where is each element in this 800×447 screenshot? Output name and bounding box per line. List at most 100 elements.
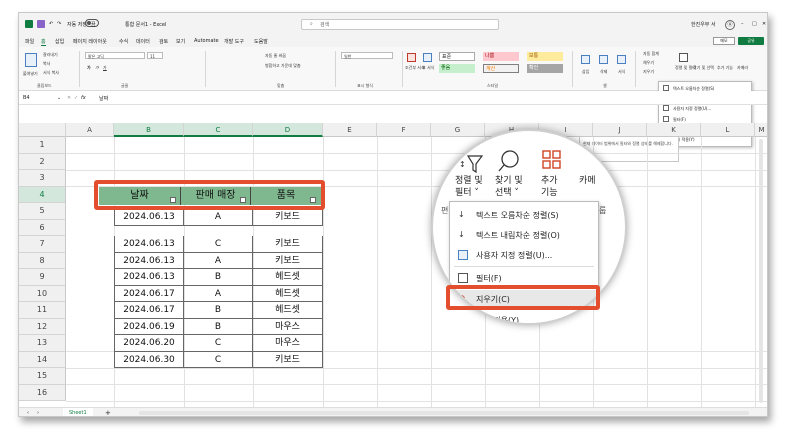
column-header-k[interactable]: K bbox=[647, 123, 701, 137]
style-bad[interactable]: 나쁨 bbox=[483, 52, 519, 61]
row-header-10[interactable]: 10 bbox=[19, 285, 66, 302]
camera-label[interactable]: 카메 bbox=[579, 173, 596, 186]
paste-icon[interactable] bbox=[25, 53, 37, 67]
font-name-select[interactable]: 맑은 고딕 bbox=[85, 52, 145, 59]
menu-item-reapply[interactable]: 다시 적용(Y) bbox=[476, 315, 519, 323]
table-cell[interactable]: 2024.06.20 bbox=[114, 335, 184, 352]
cancel-icon[interactable]: ✕ bbox=[67, 95, 71, 101]
column-header-d[interactable]: D bbox=[253, 123, 323, 137]
italic-button[interactable]: 가 bbox=[95, 65, 99, 71]
cut-button[interactable]: 잘라내기 bbox=[43, 52, 58, 58]
undo-icon[interactable]: ↶ bbox=[49, 21, 53, 27]
style-normal[interactable]: 표준 bbox=[439, 52, 475, 61]
horizontal-scrollbar[interactable] bbox=[139, 411, 749, 415]
style-check[interactable]: 확인 bbox=[527, 64, 563, 73]
tab-view[interactable]: 보기 bbox=[176, 38, 185, 45]
sort-filter-label-2[interactable]: 필터 ˅ bbox=[455, 185, 479, 198]
avatar[interactable]: Ⓐ bbox=[725, 20, 735, 30]
table-cell[interactable]: 2024.06.13 bbox=[114, 252, 184, 269]
row-header-11[interactable]: 11 bbox=[19, 302, 66, 319]
table-cell[interactable]: 키보드 bbox=[253, 209, 323, 226]
conditional-format-icon[interactable] bbox=[407, 53, 416, 62]
table-cell[interactable]: C bbox=[184, 335, 253, 352]
menu-item-custom-sort[interactable]: 사용자 지정 정렬(U)... bbox=[476, 250, 552, 261]
menu-item-custom-sort[interactable]: 사용자 지정 정렬(U)... bbox=[673, 106, 711, 112]
row-header-13[interactable]: 13 bbox=[19, 335, 66, 352]
table-cell[interactable]: 2024.06.30 bbox=[114, 351, 184, 368]
table-cell[interactable]: 키보드 bbox=[253, 236, 323, 253]
table-cell[interactable]: 키보드 bbox=[253, 351, 323, 368]
column-header-l[interactable]: L bbox=[701, 123, 755, 137]
column-header-j[interactable]: J bbox=[593, 123, 647, 137]
tab-formulas[interactable]: 수식 bbox=[119, 38, 128, 45]
tab-automate[interactable]: Automate bbox=[194, 38, 219, 44]
table-cell[interactable]: 마우스 bbox=[253, 335, 323, 352]
table-cell[interactable]: 2024.06.17 bbox=[114, 302, 184, 319]
column-header-a[interactable]: A bbox=[66, 123, 114, 137]
table-cell[interactable]: B bbox=[184, 269, 253, 286]
table-cell[interactable]: 2024.06.13 bbox=[114, 269, 184, 286]
prev-sheet-icon[interactable]: ‹ bbox=[27, 410, 29, 416]
format-cells-icon[interactable] bbox=[617, 55, 626, 64]
row-header-5[interactable]: 5 bbox=[19, 203, 66, 220]
table-cell[interactable]: B bbox=[184, 302, 253, 319]
table-cell[interactable]: 2024.06.13 bbox=[114, 209, 184, 226]
name-box-dropdown-icon[interactable]: ⌄ bbox=[57, 95, 61, 101]
memo-button[interactable]: 메모 bbox=[713, 37, 735, 45]
insert-cells-button[interactable]: 삽입 bbox=[582, 69, 589, 75]
fx-button[interactable]: fx bbox=[81, 95, 86, 101]
table-cell[interactable]: A bbox=[184, 252, 253, 269]
row-header-3[interactable]: 3 bbox=[19, 170, 66, 187]
column-header-m[interactable]: M bbox=[755, 123, 767, 137]
delete-cells-icon[interactable] bbox=[599, 55, 608, 64]
addins-label-2[interactable]: 기능 bbox=[541, 185, 558, 198]
style-calc[interactable]: 계산 bbox=[483, 64, 519, 73]
table-format-icon[interactable] bbox=[423, 53, 432, 62]
row-header-8[interactable]: 8 bbox=[19, 252, 66, 269]
select-all-corner[interactable] bbox=[19, 123, 66, 137]
addins-button[interactable]: 추가 기능 bbox=[717, 65, 733, 71]
table-format-button[interactable]: 표 서식 bbox=[422, 65, 434, 71]
column-header-b[interactable]: B bbox=[114, 123, 184, 137]
merge-center-button[interactable]: 병합하고 가운데 맞춤 bbox=[265, 63, 301, 69]
tab-help[interactable]: 도움말 bbox=[254, 38, 268, 45]
fill-button[interactable]: 채우기 bbox=[643, 60, 654, 66]
format-cells-button[interactable]: 서식 bbox=[618, 69, 625, 75]
vertical-scrollbar[interactable] bbox=[759, 139, 763, 403]
row-header-6[interactable]: 6 bbox=[19, 219, 66, 236]
table-cell[interactable]: 2024.06.17 bbox=[114, 285, 184, 302]
copy-button[interactable]: 복사 bbox=[43, 61, 50, 67]
delete-cells-button[interactable]: 삭제 bbox=[600, 69, 607, 75]
minimize-button[interactable]: – bbox=[741, 21, 744, 27]
table-cell[interactable]: A bbox=[184, 285, 253, 302]
insert-cells-icon[interactable] bbox=[581, 55, 590, 64]
redo-icon[interactable]: ↷ bbox=[57, 21, 61, 27]
table-cell[interactable]: 헤드셋 bbox=[253, 269, 323, 286]
paste-button[interactable]: 붙여넣기 bbox=[23, 71, 38, 77]
row-header-14[interactable]: 14 bbox=[19, 351, 66, 368]
column-header-f[interactable]: F bbox=[377, 123, 431, 137]
row-header-2[interactable]: 2 bbox=[19, 153, 66, 170]
table-cell[interactable]: C bbox=[184, 236, 253, 253]
tab-page-layout[interactable]: 페이지 레이아웃 bbox=[73, 38, 107, 45]
tab-insert[interactable]: 삽입 bbox=[55, 38, 64, 45]
autosum-button[interactable]: 자동 합계 bbox=[643, 51, 659, 57]
menu-item-sort-asc[interactable]: 텍스트 오름차순 정렬(S) bbox=[476, 210, 559, 221]
style-neutral[interactable]: 보통 bbox=[527, 52, 563, 61]
menu-item-sort-desc[interactable]: 텍스트 내림차순 정렬(O) bbox=[476, 230, 560, 241]
table-cell[interactable]: 헤드셋 bbox=[253, 302, 323, 319]
save-icon[interactable] bbox=[37, 20, 45, 28]
table-cell[interactable]: C bbox=[184, 351, 253, 368]
clear-button[interactable]: 지우기 bbox=[643, 69, 654, 75]
tab-data[interactable]: 데이터 bbox=[136, 38, 150, 45]
restore-button[interactable]: □ bbox=[752, 21, 757, 27]
name-box[interactable]: B4 bbox=[23, 95, 30, 101]
row-header-1[interactable]: 1 bbox=[19, 137, 66, 154]
share-button[interactable]: 공유 bbox=[738, 37, 764, 45]
column-header-c[interactable]: C bbox=[184, 123, 253, 137]
row-header-16[interactable]: 16 bbox=[19, 384, 66, 401]
row-header-4[interactable]: 4 bbox=[19, 186, 66, 203]
close-button[interactable]: ✕ bbox=[762, 21, 766, 27]
wrap-text-button[interactable]: 자동 줄 바꿈 bbox=[265, 53, 286, 59]
sort-filter-icon[interactable] bbox=[679, 53, 688, 62]
